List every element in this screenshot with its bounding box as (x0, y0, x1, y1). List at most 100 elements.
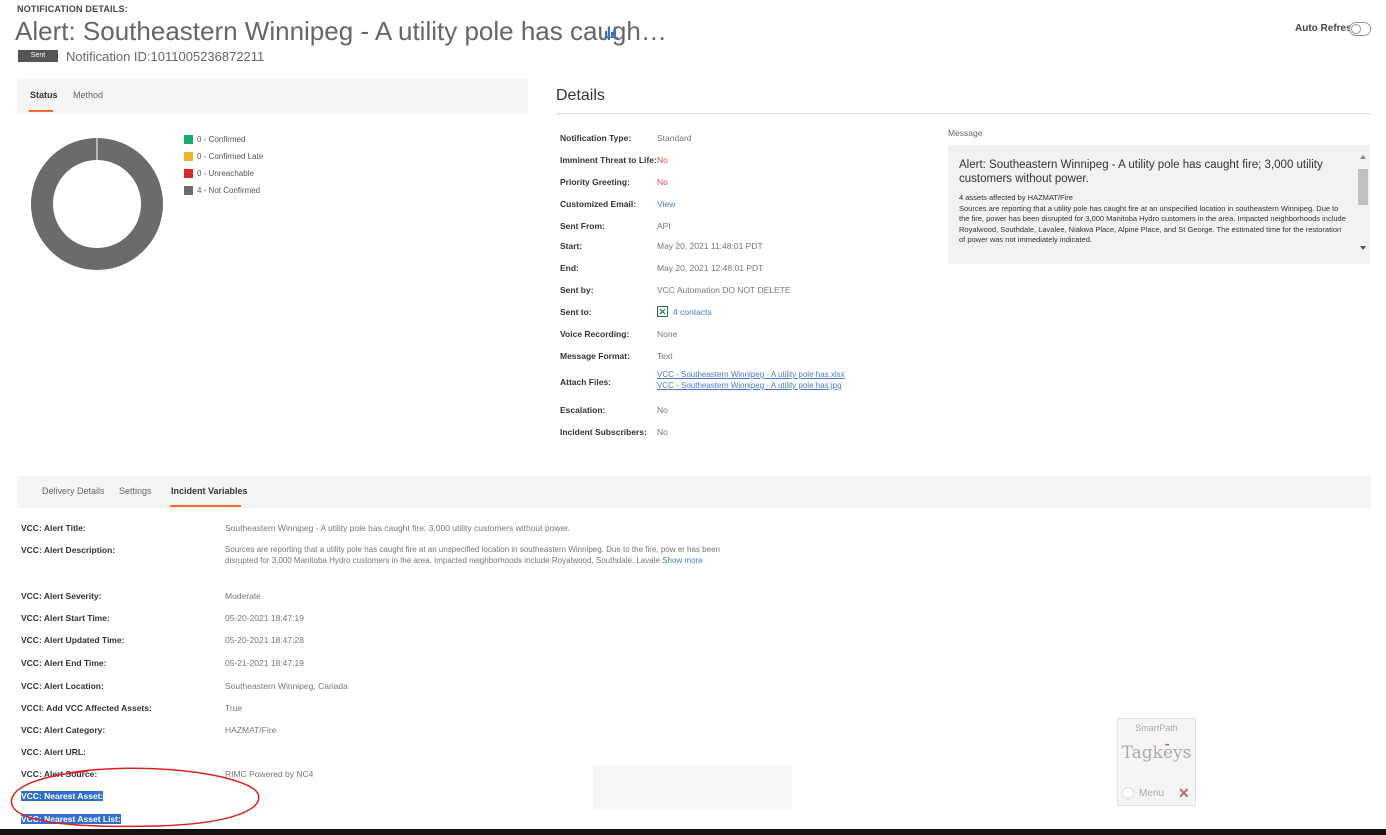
tab-method[interactable]: Method (73, 90, 103, 100)
message-assets-line: 4 assets affected by HAZMAT/Fire (959, 193, 1073, 202)
status-tabs: Status Method (17, 79, 528, 114)
detail-label: Start: (560, 241, 583, 251)
scroll-up-arrow-icon[interactable] (1360, 155, 1366, 159)
faint-overlay (593, 765, 792, 809)
contacts-link[interactable]: 4 contacts (673, 307, 712, 317)
active-tab-indicator (170, 505, 241, 507)
legend-label: 0 - Confirmed Late (197, 152, 264, 161)
legend-label: 0 - Confirmed (197, 135, 246, 144)
attachment-jpg-link[interactable]: VCC - Southeastern Winnipeg - A utility … (657, 381, 842, 390)
detail-value: No (657, 405, 668, 415)
variable-value-text: Sources are reporting that a utility pol… (225, 545, 720, 565)
detail-label: Notification Type: (560, 133, 632, 143)
detail-label: Message Format: (560, 351, 630, 361)
tagkeys-logo: Tagkeys (1121, 743, 1192, 763)
view-email-link[interactable]: View (657, 199, 675, 209)
status-donut-chart (30, 138, 163, 270)
tab-incident-variables[interactable]: Incident Variables (171, 486, 248, 496)
bottom-tabs: Delivery Details Settings Incident Varia… (17, 476, 1371, 508)
variable-value: HAZMAT/Fire (225, 725, 277, 735)
detail-value: Standard (657, 133, 692, 143)
legend-swatch (184, 169, 193, 178)
detail-value: Text (657, 351, 673, 361)
variable-value: 05-20-2021 18:47:28 (225, 635, 304, 645)
variable-label: VCC: Alert Location: (21, 681, 104, 691)
message-box[interactable]: Alert: Southeastern Winnipeg - A utility… (948, 145, 1370, 264)
legend-item-confirmed-late: 0 - Confirmed Late (184, 148, 263, 165)
tab-settings[interactable]: Settings (119, 486, 152, 496)
circle-icon (1122, 787, 1134, 799)
detail-label: Escalation: (560, 405, 606, 415)
message-scrollbar[interactable] (1358, 155, 1368, 250)
variable-label: VCC: Alert Category: (21, 725, 106, 735)
variable-value: 05-20-2021 18:47:19 (225, 613, 304, 623)
status-legend: 0 - Confirmed 0 - Confirmed Late 0 - Unr… (184, 131, 263, 199)
detail-label: Sent by: (560, 285, 594, 295)
variable-value: Sources are reporting that a utility pol… (225, 545, 720, 566)
detail-label: Sent From: (560, 221, 605, 231)
variable-value: Moderate (225, 591, 261, 601)
detail-value: No (657, 155, 668, 165)
variable-label: VCC: Alert Updated Time: (21, 635, 125, 645)
variable-label: VCC: Alert Title: (21, 523, 86, 533)
tab-delivery-details[interactable]: Delivery Details (42, 486, 105, 496)
variable-label: VCC: Alert End Time: (21, 658, 107, 668)
variable-label: VCC: Alert Severity: (21, 591, 102, 601)
menu-label: Menu (1139, 787, 1165, 799)
legend-swatch (184, 135, 193, 144)
details-heading: Details (556, 87, 605, 104)
details-divider (556, 113, 1371, 114)
legend-label: 0 - Unreachable (197, 169, 254, 178)
notification-id: Notification ID:1011005236872211 (66, 49, 265, 64)
bar-chart-icon[interactable] (604, 26, 618, 38)
show-more-link[interactable]: Show more (662, 556, 702, 565)
detail-label: End: (560, 263, 579, 273)
status-badge: Sent (18, 50, 58, 62)
scroll-thumb[interactable] (1358, 169, 1368, 205)
detail-label: Imminent Threat to Life: (560, 155, 657, 165)
bottom-bar (0, 829, 1386, 835)
detail-label: Incident Subscribers: (560, 427, 647, 437)
variable-value: True (225, 703, 243, 713)
variable-label: VCC: Alert Description: (21, 545, 116, 555)
page-label: NOTIFICATION DETAILS: (17, 4, 128, 14)
legend-item-confirmed: 0 - Confirmed (184, 131, 263, 148)
variable-label: VCC: Alert URL: (21, 747, 86, 757)
detail-value: No (657, 427, 668, 437)
detail-label: Voice Recording: (560, 329, 630, 339)
detail-value: None (657, 329, 678, 339)
scroll-down-arrow-icon[interactable] (1360, 246, 1366, 250)
tab-status[interactable]: Status (30, 90, 58, 100)
legend-swatch (184, 152, 193, 161)
detail-value: VCC Automation DO NOT DELETE (657, 285, 791, 295)
variable-value: Southeastern Winnipeg - A utility pole h… (225, 523, 570, 533)
message-label: Message (948, 128, 983, 138)
message-body: 4 assets affected by HAZMAT/Fire Sources… (959, 193, 1349, 246)
variable-value: Southeastern Winnipeg, Canada (225, 681, 348, 691)
legend-item-not-confirmed: 4 - Not Confirmed (184, 182, 263, 199)
close-x-icon[interactable]: ✕ (1178, 785, 1190, 802)
variable-value: 05-21-2021 18:47:19 (225, 658, 304, 668)
variable-label: VCCI: Add VCC Affected Assets: (21, 703, 152, 713)
auto-refresh-toggle[interactable] (1349, 22, 1371, 36)
detail-label: Priority Greeting: (560, 177, 630, 187)
legend-item-unreachable: 0 - Unreachable (184, 165, 263, 182)
legend-swatch (184, 186, 193, 195)
annotation-circle (10, 767, 260, 828)
detail-value: API (657, 221, 671, 231)
message-text: Sources are reporting that a utility pol… (959, 203, 1346, 245)
variable-label: VCC: Alert Start Time: (21, 613, 110, 623)
message-title: Alert: Southeastern Winnipeg - A utility… (959, 159, 1323, 185)
dots-decoration-icon: ••• (1165, 743, 1169, 749)
legend-label: 4 - Not Confirmed (197, 186, 261, 195)
excel-file-icon[interactable] (657, 306, 668, 317)
smartpath-widget[interactable]: SmartPath Tagkeys ••• Menu ✕ (1117, 718, 1196, 806)
detail-label: Customized Email: (560, 199, 637, 209)
attachment-xlsx-link[interactable]: VCC - Southeastern Winnipeg - A utility … (657, 370, 845, 379)
detail-value: May 20, 2021 11:48:01 PDT (657, 241, 763, 251)
smartpath-title: SmartPath (1135, 723, 1178, 733)
smartpath-menu-button[interactable]: Menu (1122, 787, 1164, 799)
detail-value: May 20, 2021 12:48:01 PDT (657, 263, 764, 273)
page-title: Alert: Southeastern Winnipeg - A utility… (15, 16, 667, 46)
detail-label: Sent to: (560, 307, 592, 317)
